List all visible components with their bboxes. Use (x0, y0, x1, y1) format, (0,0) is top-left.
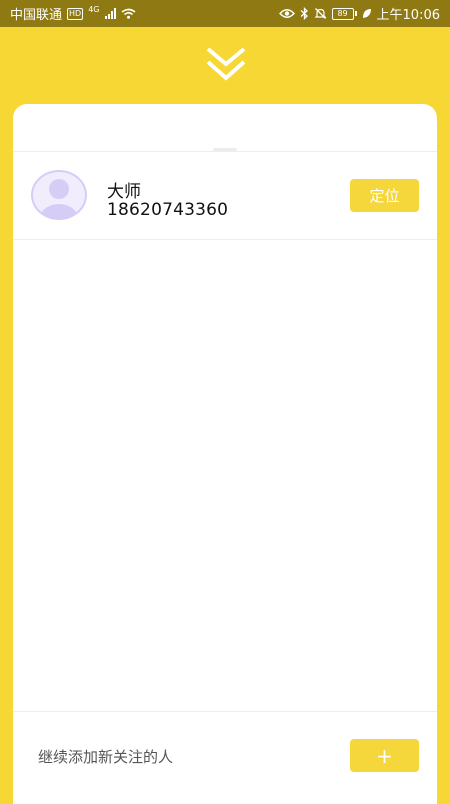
contact-phone: 18620743360 (107, 200, 229, 220)
battery-level: 89 (331, 7, 354, 20)
status-left: 中国联通 HD 4G (10, 4, 136, 23)
person-avatar-icon (31, 170, 87, 220)
battery-icon: 89 (331, 7, 357, 20)
collapse-chevron-icon[interactable] (205, 45, 247, 83)
signal-icon (104, 8, 116, 19)
leaf-icon (362, 9, 371, 18)
carrier-name: 中国联通 (10, 8, 63, 23)
add-follow-text: 继续添加新关注的人 (38, 748, 174, 766)
locate-button[interactable]: 定位 (350, 179, 419, 212)
bluetooth-icon (300, 7, 308, 20)
divider-contact (13, 239, 437, 240)
contact-row[interactable]: 大师 18620743360 定位 (13, 152, 437, 239)
wifi-icon (121, 8, 135, 19)
mute-icon (314, 8, 326, 19)
contacts-sheet: 大师 18620743360 定位 继续添加新关注的人 + (13, 104, 437, 804)
status-right: 89 上午10:06 (278, 4, 440, 23)
hd-badge: HD (67, 7, 84, 20)
contact-name: 大师 (107, 182, 141, 202)
avatar (30, 169, 88, 221)
status-bar: 中国联通 HD 4G 89 上午10:06 (0, 0, 450, 27)
add-follow-button[interactable]: + (350, 739, 419, 772)
divider-footer (13, 711, 437, 712)
clock-time: 上午10:06 (376, 8, 440, 23)
eye-icon (278, 9, 295, 18)
network-type: 4G (88, 4, 100, 14)
